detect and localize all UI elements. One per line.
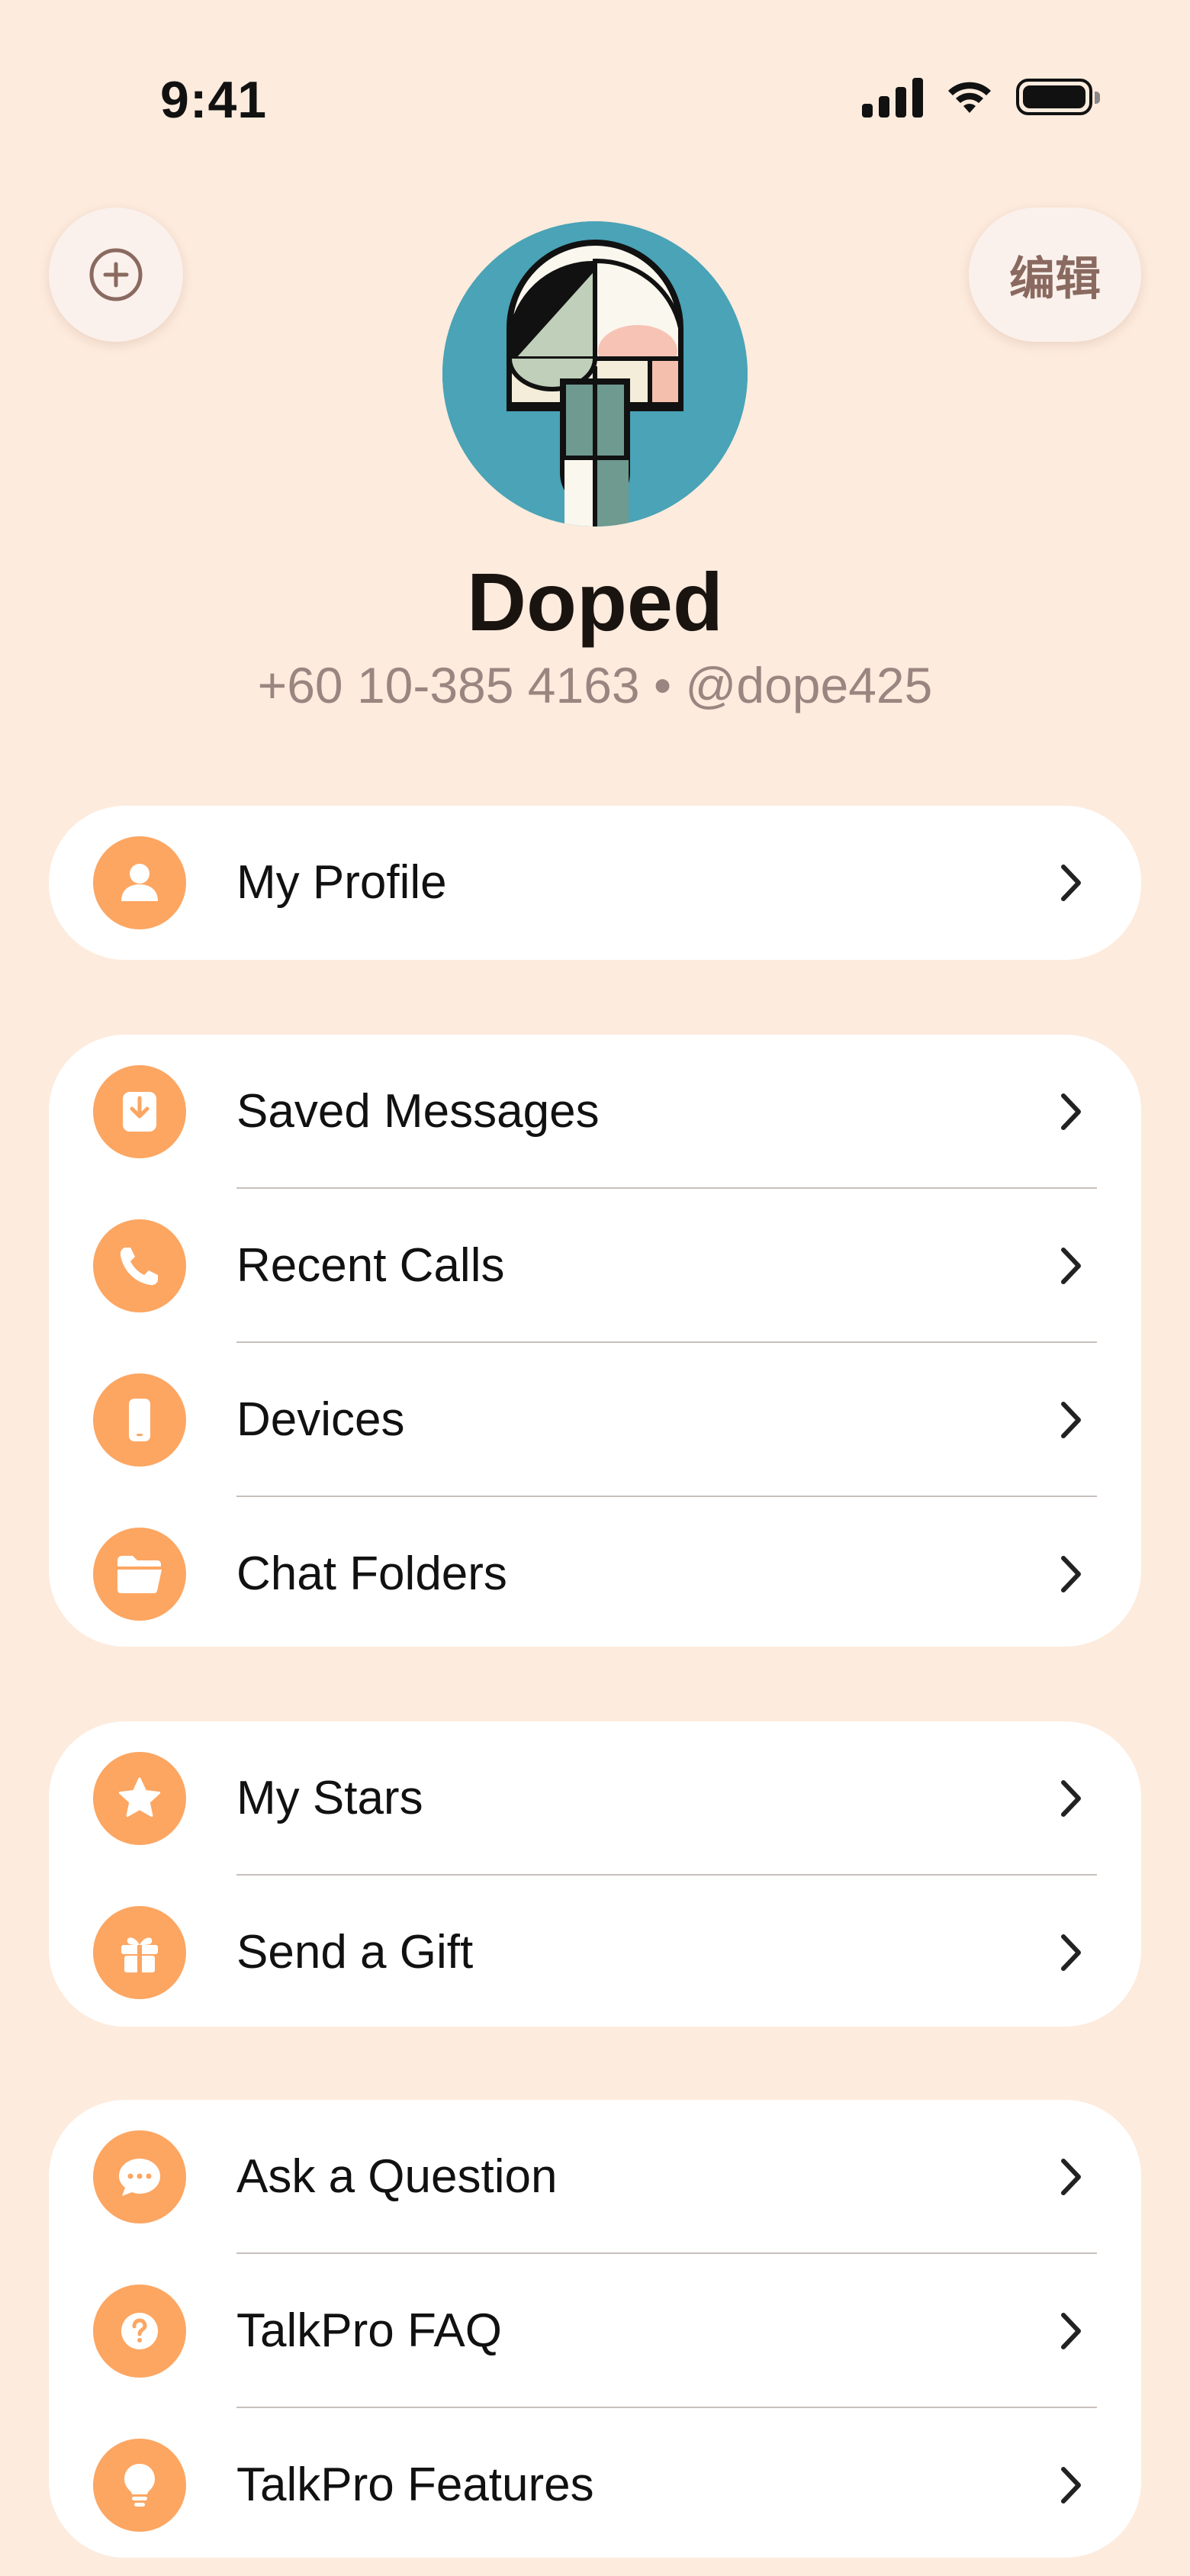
chevron-right-icon	[1061, 1402, 1081, 1438]
menu-item-my-stars[interactable]: My Stars	[49, 1721, 1141, 1876]
menu-item-label: Ask a Question	[236, 2150, 558, 2203]
chevron-right-icon	[1061, 1093, 1081, 1130]
cellular-signal-icon	[862, 76, 923, 118]
chevron-right-icon	[1061, 1248, 1081, 1284]
menu-item-label: Recent Calls	[236, 1239, 505, 1292]
chat-bubble-icon	[93, 2130, 186, 2223]
menu-group-help: Ask a Question TalkPro FAQ TalkPro Featu…	[49, 2100, 1141, 2558]
plus-circle-icon	[89, 248, 143, 301]
question-icon	[93, 2285, 186, 2378]
chevron-right-icon	[1061, 1556, 1081, 1592]
wifi-icon	[948, 82, 991, 113]
profile-phone-username: +60 10-385 4163 • @dope425	[257, 657, 933, 713]
menu-item-label: TalkPro Features	[236, 2458, 594, 2511]
menu-item-label: Send a Gift	[236, 1926, 474, 1979]
avatar-illustration	[442, 221, 748, 526]
menu-item-label: My Stars	[236, 1772, 423, 1824]
battery-icon	[1016, 79, 1100, 115]
menu-group-stars: My Stars Send a Gift	[49, 1721, 1141, 2027]
chevron-right-icon	[1061, 2313, 1081, 2349]
chevron-right-icon	[1061, 865, 1081, 901]
smartphone-icon	[93, 1373, 186, 1467]
menu-item-talkpro-faq[interactable]: TalkPro FAQ	[49, 2254, 1141, 2408]
star-icon	[93, 1752, 186, 1845]
gift-icon	[93, 1906, 186, 1999]
avatar[interactable]	[442, 221, 748, 526]
menu-item-label: My Profile	[236, 856, 447, 909]
person-icon	[93, 836, 186, 929]
menu-item-label: TalkPro FAQ	[236, 2304, 502, 2357]
menu-item-label: Chat Folders	[236, 1547, 507, 1600]
phone-icon	[93, 1219, 186, 1312]
menu-item-my-profile[interactable]: My Profile	[49, 806, 1141, 960]
menu-item-recent-calls[interactable]: Recent Calls	[49, 1189, 1141, 1343]
folder-icon	[93, 1528, 186, 1621]
status-time: 9:41	[160, 71, 268, 129]
bookmark-download-icon	[93, 1065, 186, 1158]
menu-item-devices[interactable]: Devices	[49, 1343, 1141, 1497]
chevron-right-icon	[1061, 2467, 1081, 2504]
chevron-right-icon	[1061, 1780, 1081, 1817]
menu-group-messages: Saved Messages Recent Calls Devices Chat…	[49, 1035, 1141, 1647]
menu-item-saved-messages[interactable]: Saved Messages	[49, 1035, 1141, 1189]
chevron-right-icon	[1061, 1934, 1081, 1971]
menu-item-talkpro-features[interactable]: TalkPro Features	[49, 2408, 1141, 2558]
status-icons	[862, 76, 1100, 118]
chevron-right-icon	[1061, 2159, 1081, 2195]
profile-name: Doped	[467, 555, 723, 648]
lightbulb-icon	[93, 2439, 186, 2532]
edit-button[interactable]: 编辑	[969, 208, 1141, 342]
menu-item-label: Devices	[236, 1393, 405, 1446]
menu-item-ask-a-question[interactable]: Ask a Question	[49, 2100, 1141, 2254]
add-account-button[interactable]	[49, 208, 183, 342]
menu-group-profile: My Profile	[49, 806, 1141, 960]
menu-item-chat-folders[interactable]: Chat Folders	[49, 1497, 1141, 1647]
menu-item-send-a-gift[interactable]: Send a Gift	[49, 1876, 1141, 2027]
menu-item-label: Saved Messages	[236, 1085, 600, 1138]
